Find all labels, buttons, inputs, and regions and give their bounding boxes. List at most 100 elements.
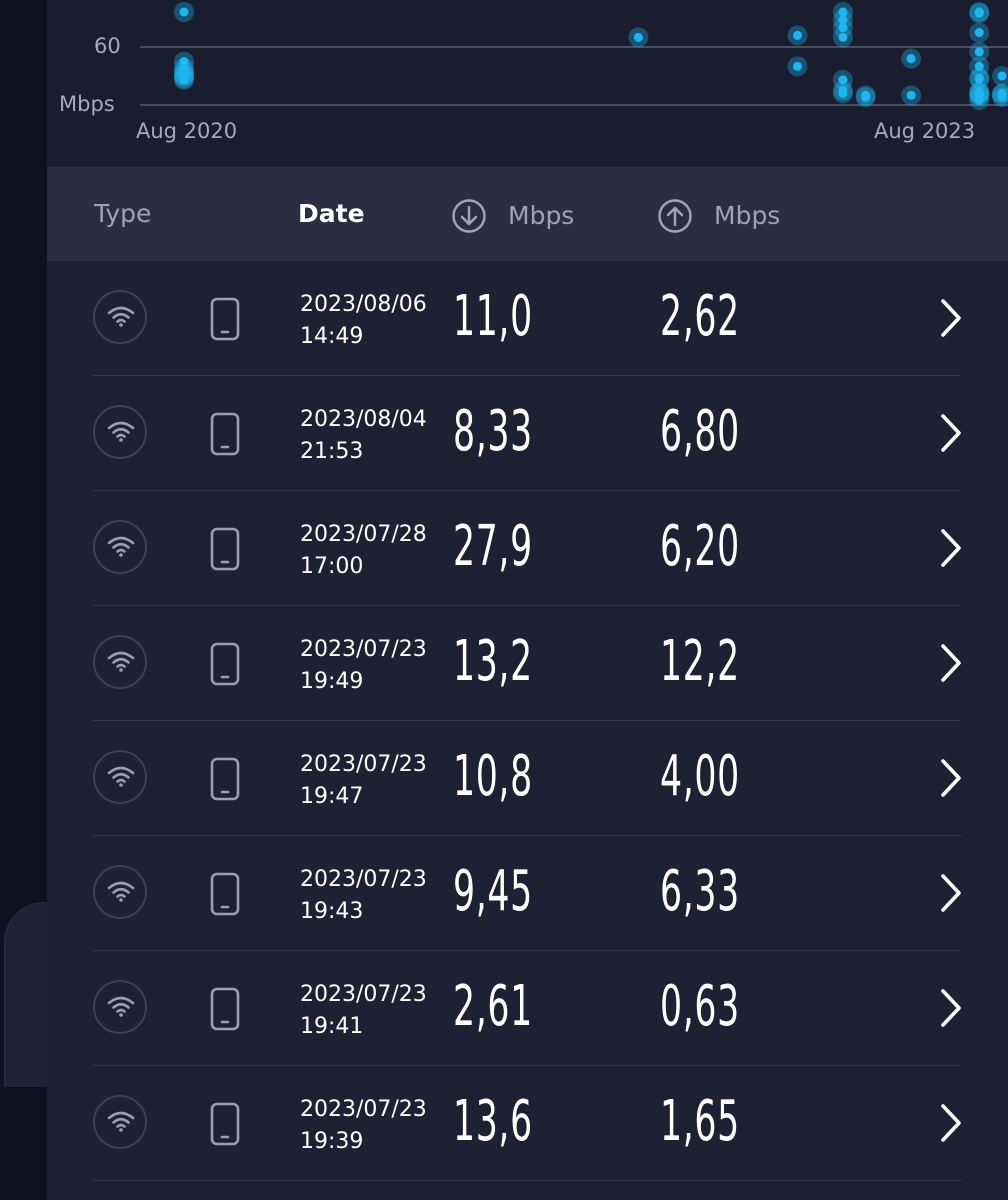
- download-speed-value: 27,9: [453, 514, 533, 579]
- results-panel: 60 Mbps Aug 2020 Aug 2023 Type Date Mbps: [47, 0, 1008, 1200]
- result-row[interactable]: 2023/07/23 19:39 13,6 1,65: [93, 1066, 961, 1181]
- phone-icon: [210, 642, 240, 690]
- result-row[interactable]: 2023/08/06 14:49 11,0 2,62: [93, 261, 961, 376]
- result-row[interactable]: 2023/07/23 19:49 13,2 12,2: [93, 606, 961, 721]
- download-speed-value: 8,33: [453, 399, 533, 464]
- result-time: 19:41: [300, 1014, 364, 1039]
- upload-unit-label: Mbps: [714, 201, 781, 230]
- table-header: Type Date Mbps Mbps: [47, 167, 1008, 261]
- phone-icon: [210, 872, 240, 920]
- column-upload-header[interactable]: Mbps: [658, 199, 780, 233]
- y-tick-60: 60: [94, 34, 121, 58]
- chevron-right-icon[interactable]: [939, 757, 963, 803]
- download-speed-value: 10,8: [453, 744, 533, 809]
- upload-speed-value: 6,20: [660, 514, 740, 579]
- data-point: [906, 54, 916, 64]
- result-datetime: 2023/07/28 17:00: [300, 519, 427, 583]
- wifi-icon: [93, 405, 147, 459]
- result-time: 19:49: [300, 669, 364, 694]
- column-date-header[interactable]: Date: [298, 199, 365, 229]
- chevron-right-icon[interactable]: [939, 297, 963, 343]
- wifi-icon: [93, 750, 147, 804]
- wifi-icon: [93, 1095, 147, 1149]
- data-point: [793, 30, 802, 40]
- download-speed-value: 11,0: [453, 284, 533, 349]
- result-date: 2023/07/23: [300, 752, 427, 777]
- result-date: 2023/08/06: [300, 292, 427, 317]
- download-speed-value: 2,61: [453, 974, 533, 1039]
- result-datetime: 2023/08/04 21:53: [300, 404, 427, 468]
- result-date: 2023/07/28: [300, 522, 427, 547]
- result-row[interactable]: 2023/07/23 19:47 10,8 4,00: [93, 721, 961, 836]
- column-download-header[interactable]: Mbps: [452, 199, 574, 233]
- data-point: [974, 8, 984, 18]
- upload-speed-value: 0,63: [660, 974, 740, 1039]
- result-time: 14:49: [300, 324, 364, 349]
- data-point: [861, 92, 871, 102]
- result-row[interactable]: 2023/08/04 21:53 8,33 6,80: [93, 376, 961, 491]
- result-date: 2023/07/23: [300, 867, 427, 892]
- result-row[interactable]: 2023/07/23 19:43 9,45 6,33: [93, 836, 961, 951]
- phone-icon: [210, 1102, 240, 1150]
- data-point: [997, 88, 1007, 98]
- wifi-icon: [93, 865, 147, 919]
- phone-icon: [210, 757, 240, 805]
- side-panel-tab[interactable]: [4, 902, 48, 1087]
- result-time: 17:00: [300, 554, 364, 579]
- x-tick-end: Aug 2023: [874, 119, 975, 143]
- result-time: 19:39: [300, 1129, 364, 1154]
- wifi-icon: [93, 520, 147, 574]
- result-date: 2023/07/23: [300, 982, 427, 1007]
- upload-speed-value: 4,00: [660, 744, 740, 809]
- data-point: [179, 7, 189, 17]
- chevron-right-icon[interactable]: [939, 872, 963, 918]
- download-speed-value: 9,45: [453, 859, 533, 924]
- phone-icon: [210, 527, 240, 575]
- chevron-right-icon[interactable]: [939, 412, 963, 458]
- data-point: [974, 28, 984, 37]
- data-point: [974, 87, 984, 97]
- result-date: 2023/07/23: [300, 1097, 427, 1122]
- download-speed-value: 13,2: [453, 629, 533, 694]
- wifi-icon: [93, 635, 147, 689]
- result-datetime: 2023/07/23 19:39: [300, 1094, 427, 1158]
- upload-speed-value: 2,62: [660, 284, 740, 349]
- result-time: 19:43: [300, 899, 364, 924]
- result-time: 21:53: [300, 439, 364, 464]
- result-time: 19:47: [300, 784, 364, 809]
- result-row[interactable]: 2023/07/28 17:00 27,9 6,20: [93, 491, 961, 606]
- wifi-icon: [93, 290, 147, 344]
- x-tick-start: Aug 2020: [136, 119, 237, 143]
- result-datetime: 2023/07/23 19:47: [300, 749, 427, 813]
- data-point: [633, 32, 643, 42]
- column-type-header[interactable]: Type: [94, 199, 151, 229]
- y-unit-label: Mbps: [59, 92, 115, 116]
- speed-history-chart: 60 Mbps Aug 2020 Aug 2023: [47, 0, 1008, 166]
- download-arrow-icon: [452, 199, 486, 233]
- result-datetime: 2023/07/23 19:49: [300, 634, 427, 698]
- chart-points: [174, 2, 1008, 110]
- result-row[interactable]: 2023/07/23 19:41 2,61 0,63: [93, 951, 961, 1066]
- upload-speed-value: 1,65: [660, 1089, 740, 1154]
- upload-speed-value: 6,80: [660, 399, 740, 464]
- data-point: [838, 32, 848, 42]
- upload-arrow-icon: [658, 199, 692, 233]
- chevron-right-icon[interactable]: [939, 642, 963, 688]
- phone-icon: [210, 987, 240, 1035]
- chevron-right-icon[interactable]: [939, 1102, 963, 1148]
- download-unit-label: Mbps: [508, 201, 575, 230]
- data-point: [974, 73, 984, 83]
- results-list: 2023/08/06 14:49 11,0 2,62 2023/08/04 21…: [47, 261, 1008, 1181]
- chart-canvas: 60 Mbps Aug 2020 Aug 2023: [59, 2, 1008, 143]
- result-datetime: 2023/07/23 19:41: [300, 979, 427, 1043]
- data-point: [838, 88, 848, 98]
- result-date: 2023/08/04: [300, 407, 427, 432]
- data-point: [997, 71, 1007, 81]
- wifi-icon: [93, 980, 147, 1034]
- result-datetime: 2023/08/06 14:49: [300, 289, 427, 353]
- data-point: [906, 90, 916, 100]
- upload-speed-value: 12,2: [660, 629, 740, 694]
- result-date: 2023/07/23: [300, 637, 427, 662]
- chevron-right-icon[interactable]: [939, 987, 963, 1033]
- chevron-right-icon[interactable]: [939, 527, 963, 573]
